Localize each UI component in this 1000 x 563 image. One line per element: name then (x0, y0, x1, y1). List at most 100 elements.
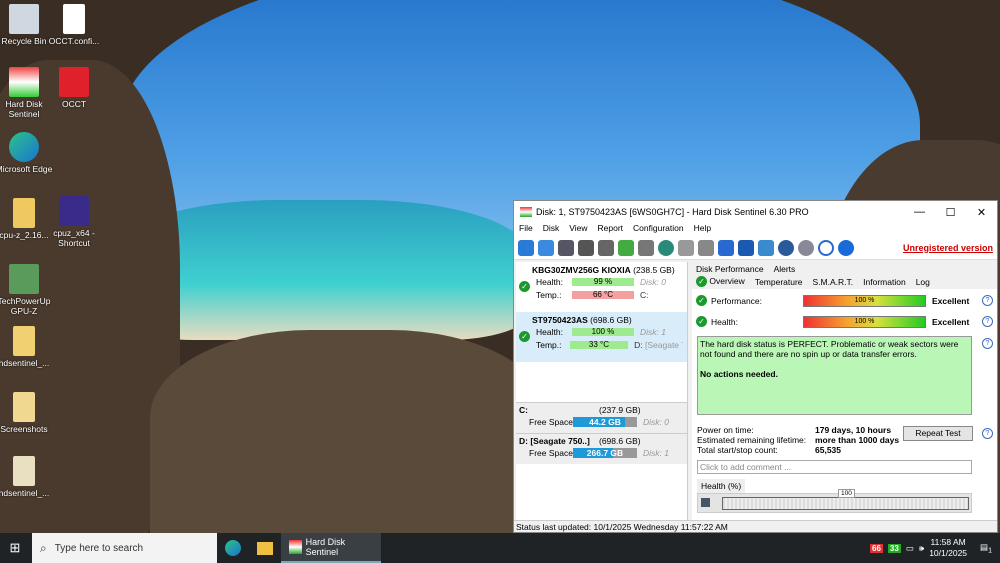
status-bar: Status last updated: 10/1/2025 Wednesday… (514, 520, 997, 532)
repeat-test-button[interactable]: Repeat Test (903, 426, 973, 441)
drive-icon[interactable] (678, 239, 694, 256)
power-on-value: 179 days, 10 hours (815, 425, 892, 435)
taskbar-search[interactable]: ⌕ Type here to search (32, 533, 217, 563)
health-label: Health: (711, 316, 738, 327)
title-bar[interactable]: Disk: 1, ST9750423AS [6WS0GH7C] - Hard D… (514, 201, 997, 223)
menu-disk[interactable]: Disk (543, 223, 560, 236)
help-icon[interactable]: ? (982, 338, 993, 349)
disk-temp-tray-icon[interactable]: 66 (870, 543, 883, 553)
desktop-icon-gpuz[interactable]: TechPowerUp GPU-Z (0, 264, 56, 316)
edge-taskbar-icon[interactable] (217, 533, 249, 563)
performance-rating: Excellent (932, 295, 970, 306)
tab-alerts[interactable]: Alerts (774, 264, 796, 274)
save-icon[interactable] (701, 498, 710, 507)
refresh-icon[interactable] (518, 239, 534, 256)
maximize-button[interactable]: ☐ (935, 206, 966, 219)
menu-file[interactable]: File (519, 223, 533, 236)
tab-temperature[interactable]: Temperature (755, 277, 803, 287)
free-space-label: Free Space (529, 416, 573, 427)
disk-list-panel: KBG30ZMV256G KIOXIA (238.5 GB) ✓ Health:… (516, 262, 688, 521)
volume-icon[interactable]: 🕪 (919, 543, 924, 554)
report-icon[interactable] (718, 239, 734, 256)
menu-help[interactable]: Help (694, 223, 711, 236)
desktop-icon-cpuz-shortcut[interactable]: cpuz_x64 - Shortcut (42, 196, 106, 248)
volume-size: (237.9 GB) (599, 405, 641, 415)
temp-bar: 33 °C (569, 340, 629, 349)
email-icon[interactable] (738, 239, 754, 256)
disk-list-icon[interactable] (558, 239, 574, 256)
desktop-icon-hdsentinel-installer[interactable]: hdsentinel_... (0, 456, 56, 498)
clock[interactable]: 11:58 AM 10/1/2025 (929, 537, 967, 559)
help-icon[interactable] (818, 239, 834, 256)
disk-search-icon[interactable] (638, 239, 654, 256)
network-icon[interactable]: ▭ (906, 543, 914, 554)
status-message: The hard disk status is PERFECT. Problem… (697, 336, 972, 415)
taskbar-app-hd-sentinel[interactable]: Hard Disk Sentinel (281, 533, 381, 563)
desktop-icon-hdsentinel-zip[interactable]: hdsentinel_... (0, 326, 56, 368)
file-explorer-icon[interactable] (249, 533, 281, 563)
unregistered-version-link[interactable]: Unregistered version (903, 243, 993, 253)
help-icon[interactable]: ? (982, 316, 993, 327)
disk-test-icon[interactable] (578, 239, 594, 256)
volume-item[interactable]: C: (237.9 GB) Free Space 44.2 GB Disk: 0 (516, 402, 687, 433)
disk-number: Disk: 0 (643, 416, 669, 427)
menu-configuration[interactable]: Configuration (633, 223, 684, 236)
tab-overview[interactable]: ✓ Overview (696, 276, 745, 287)
free-space-value: 44.2 GB (589, 416, 621, 427)
disk-ok-icon[interactable] (618, 239, 634, 256)
help-icon[interactable]: ? (982, 428, 993, 439)
disk-number: Disk: 0 (640, 276, 666, 287)
desktop-icon-edge[interactable]: Microsoft Edge (0, 132, 56, 174)
tab-information[interactable]: Information (863, 277, 906, 287)
disk-size: (238.5 GB) (633, 265, 675, 275)
temp-label: Temp.: (536, 289, 562, 300)
volume-name: D: [Seagate 750..] (519, 436, 590, 446)
tab-label: Overview (709, 276, 745, 286)
health-graph-tab[interactable]: Health (%) (697, 479, 746, 493)
icon-label: cpuz_x64 - Shortcut (53, 228, 95, 248)
menu-bar: File Disk View Report Configuration Help (514, 223, 997, 236)
comment-input[interactable]: Click to add comment ... (697, 460, 972, 474)
health-graph-area (722, 497, 969, 510)
start-button[interactable]: ⊞ (0, 540, 30, 556)
desktop-icon-occt-config[interactable]: OCCT.confi... (42, 4, 106, 46)
help-icon[interactable]: ? (982, 295, 993, 306)
free-space-bar: 266.7 GB (573, 447, 637, 458)
icon-label: OCCT (61, 99, 87, 109)
health-bar: 100 % (803, 315, 926, 328)
menu-report[interactable]: Report (598, 223, 624, 236)
icon-label: TechPowerUp GPU-Z (0, 296, 51, 316)
gear-icon[interactable] (778, 239, 794, 256)
disk-number: Disk: 1 (643, 447, 669, 458)
sound-icon[interactable] (798, 239, 814, 256)
tab-disk-performance[interactable]: Disk Performance (696, 264, 764, 274)
drive-letter: D: (634, 339, 643, 350)
check-icon: ✓ (519, 331, 530, 342)
web-report-icon[interactable] (758, 239, 774, 256)
info-icon[interactable] (838, 239, 854, 256)
disk-temp-tray-icon[interactable]: 33 (887, 543, 901, 553)
network-icon[interactable] (658, 239, 674, 256)
overview-content: ✓ Performance: 100 % Excellent? ✓ Health: 100… (692, 289, 997, 521)
temp-label: Temp.: (536, 339, 562, 350)
close-button[interactable]: ✕ (966, 206, 997, 219)
disk-item[interactable]: KBG30ZMV256G KIOXIA (238.5 GB) ✓ Health:… (516, 262, 687, 312)
tab-smart[interactable]: S.M.A.R.T. (813, 277, 854, 287)
minimize-button[interactable]: — (904, 206, 935, 219)
disk-schedule-icon[interactable] (598, 239, 614, 256)
disk-name: KBG30ZMV256G KIOXIA (532, 265, 631, 275)
usb-icon[interactable] (698, 239, 714, 256)
icon-label: Hard Disk Sentinel (5, 99, 43, 119)
icon-label: Recycle Bin (1, 36, 47, 46)
tab-log[interactable]: Log (916, 277, 930, 287)
notification-icon[interactable]: ▤1 (980, 542, 992, 555)
disk-size: (698.6 GB) (590, 315, 632, 325)
volume-item[interactable]: D: [Seagate 750..] (698.6 GB) Free Space 2… (516, 433, 687, 464)
temp-bar: 66 °C (572, 290, 634, 299)
check-icon: ✓ (696, 316, 707, 327)
disk-item-selected[interactable]: ST9750423AS (698.6 GB) ✓ Health: 100 % Dis… (516, 312, 687, 362)
desktop-icon-occt[interactable]: OCCT (42, 67, 106, 109)
menu-view[interactable]: View (569, 223, 587, 236)
desktop-icon-screenshots[interactable]: Screenshots (0, 392, 56, 434)
refresh-all-icon[interactable] (538, 239, 554, 256)
